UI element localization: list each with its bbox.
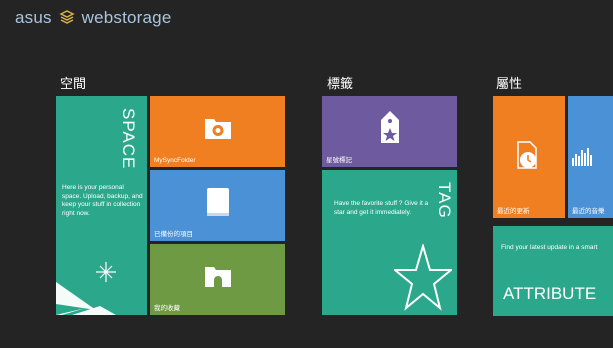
tile-collection-label: 我的收藏 <box>154 305 180 312</box>
logo-text-webstorage: webstorage <box>81 8 172 27</box>
tile-mysyncfolder[interactable]: MySyncFolder <box>150 96 285 167</box>
tile-recent-music[interactable]: 最近的音樂 <box>568 96 613 218</box>
webstorage-brand-icon <box>58 10 75 24</box>
star-tag-icon <box>381 111 399 143</box>
backup-drive-icon <box>207 188 229 216</box>
tile-backup-label: 已備份的項目 <box>154 231 193 238</box>
space-burst-icon <box>56 262 116 315</box>
logo-text-asus: asus <box>15 8 52 27</box>
tile-starred[interactable]: 星號標記 <box>322 96 457 167</box>
tag-heading: TAG <box>435 182 454 219</box>
tile-starred-label: 星號標記 <box>326 157 352 164</box>
section-title-space: 空間 <box>60 76 87 91</box>
star-outline-icon <box>394 244 452 311</box>
section-title-attributes: 屬性 <box>496 76 523 91</box>
space-heading: SPACE <box>119 108 138 170</box>
recent-update-icon <box>517 141 537 169</box>
tile-recent-music-label: 最近的音樂 <box>572 208 605 215</box>
app-logo: asus webstorage <box>15 8 171 28</box>
section-title-tags: 標籤 <box>327 76 354 91</box>
sync-folder-icon <box>205 119 231 139</box>
space-description: Here is your personal space. Upload, bac… <box>62 184 143 217</box>
attribute-description: Find your latest update in a smart <box>501 244 598 251</box>
tile-recent-updates-label: 最近的更新 <box>497 208 530 215</box>
tile-tag[interactable]: TAG Have the favorite stuff ? Give it a … <box>322 170 457 315</box>
collection-folder-icon <box>205 267 231 287</box>
tile-attribute[interactable]: Find your latest update in a smart ATTRI… <box>493 226 613 316</box>
attribute-heading: ATTRIBUTE <box>503 284 597 303</box>
tile-mysyncfolder-label: MySyncFolder <box>154 157 196 164</box>
tile-space[interactable]: SPACE Here is your personal space. Uploa… <box>56 96 147 315</box>
tag-description: Have the favorite stuff ? Give it a star… <box>334 200 429 216</box>
tile-recent-updates[interactable]: 最近的更新 <box>493 96 565 218</box>
tile-backup[interactable]: 已備份的項目 <box>150 170 285 241</box>
tile-collection[interactable]: 我的收藏 <box>150 244 285 315</box>
music-bars-icon <box>572 148 592 166</box>
